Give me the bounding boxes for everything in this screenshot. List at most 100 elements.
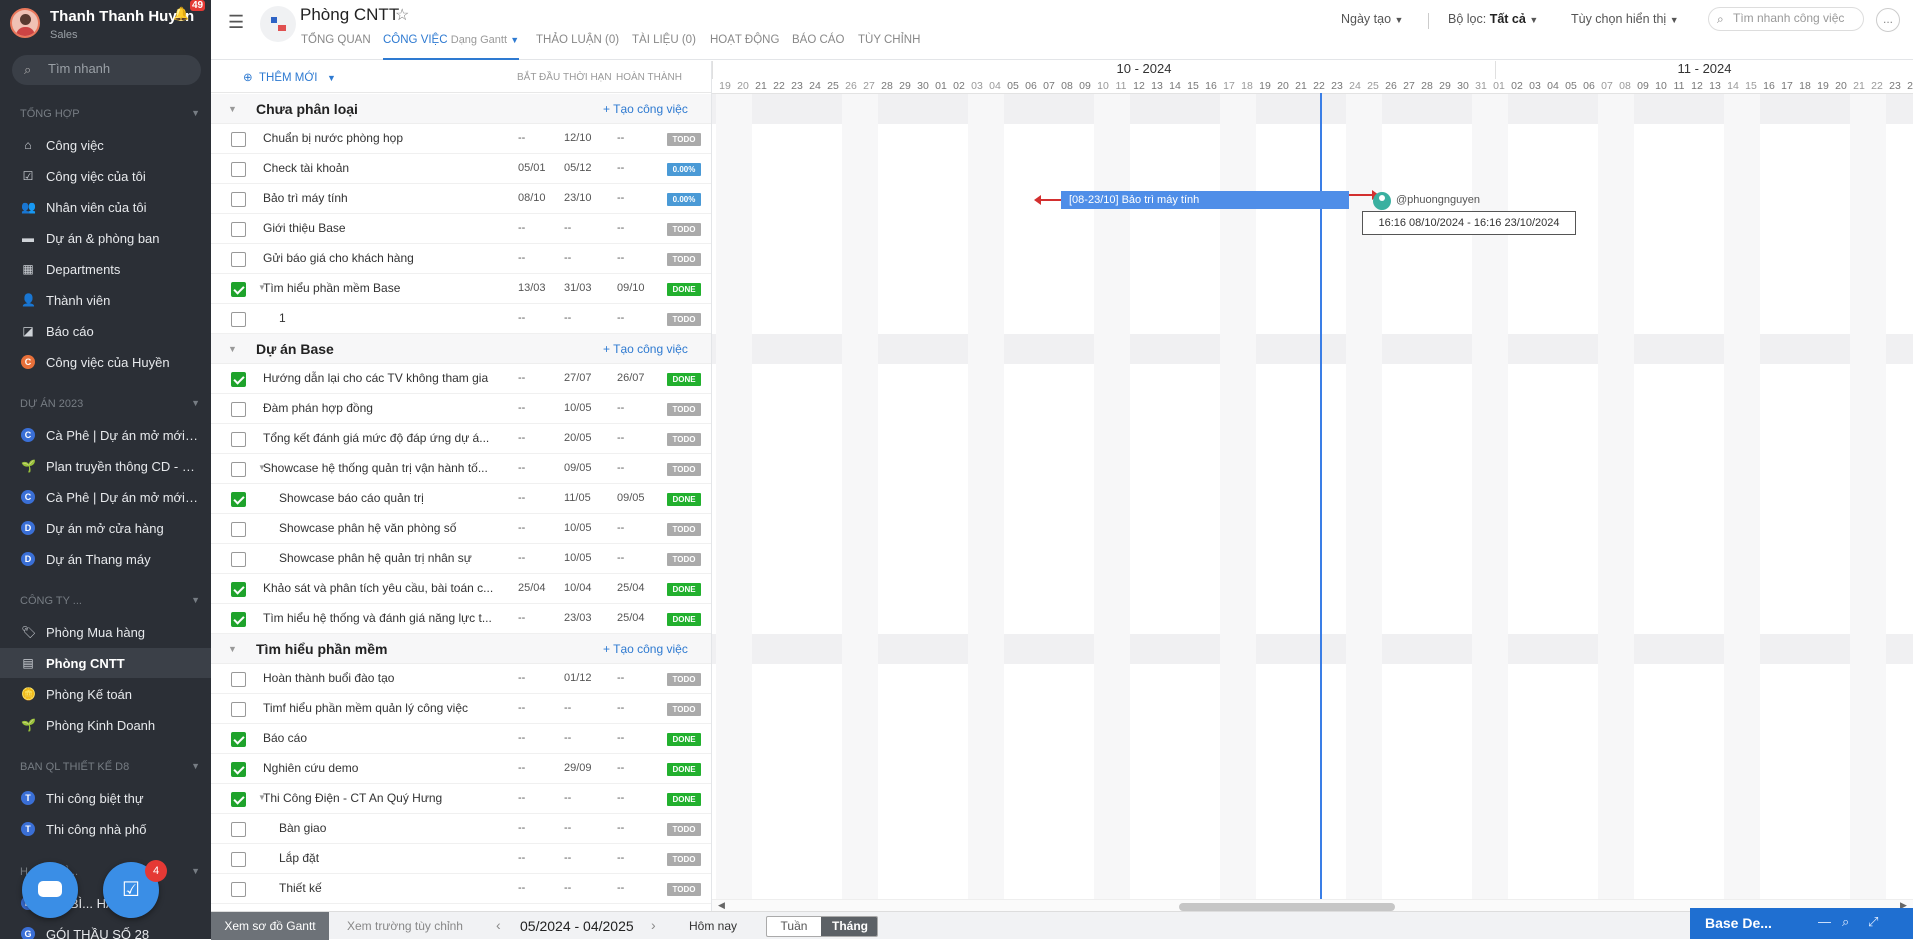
sidebar-item-departments[interactable]: ▦ Departments — [0, 254, 211, 284]
task-name[interactable]: Lắp đặt — [279, 851, 511, 865]
task-checkbox[interactable] — [231, 882, 246, 897]
tab-activity[interactable]: HOẠT ĐỘNG — [710, 34, 779, 60]
task-name[interactable]: Tổng kết đánh giá mức độ đáp ứng dự á... — [263, 431, 511, 445]
tab-customize[interactable]: TÙY CHỈNH — [858, 34, 920, 60]
sidebar-item-members[interactable]: 👤 Thành viên — [0, 285, 211, 315]
sidebar-item-accounting[interactable]: 🪙 Phòng Kế toán — [0, 679, 211, 709]
task-checkbox[interactable] — [231, 282, 246, 297]
task-checkbox[interactable] — [231, 732, 246, 747]
tab-overview[interactable]: TỔNG QUAN — [301, 34, 371, 60]
section-du-an-2023[interactable]: DỰ ÁN 2023 ▼ — [20, 398, 200, 410]
table-row[interactable]: Gửi báo giá cho khách hàng -- -- -- TODO — [211, 244, 711, 274]
table-row[interactable]: Hoàn thành buổi đào tạo -- 01/12 -- TODO — [211, 664, 711, 694]
scrollbar-thumb[interactable] — [1179, 903, 1395, 911]
task-name[interactable]: Showcase báo cáo quản trị — [279, 491, 511, 505]
task-name[interactable]: Thiết kế — [279, 881, 511, 895]
minimized-chat-window[interactable]: Base De... — ⌕ ⤢ — [1690, 908, 1913, 939]
tab-discussion[interactable]: THẢO LUẬN (0) — [536, 34, 619, 60]
section-tong-hop[interactable]: TỔNG HỢP ▼ — [20, 108, 200, 120]
table-row[interactable]: 1 -- -- -- TODO — [211, 304, 711, 334]
task-checkbox[interactable] — [231, 822, 246, 837]
task-name[interactable]: Hoàn thành buổi đào tạo — [263, 671, 511, 685]
table-row[interactable]: Hướng dẫn lại cho các TV không tham gia -… — [211, 364, 711, 394]
task-checkbox[interactable] — [231, 372, 246, 387]
sidebar-search[interactable]: ⌕ — [12, 55, 201, 85]
sidebar-item-cafe-1[interactable]: C Cà Phê | Dự án mở mới c... — [0, 420, 211, 450]
sidebar-item-cong-viec[interactable]: ⌂ Công việc — [0, 130, 211, 160]
task-name[interactable]: Showcase hệ thống quản trị vận hành tố..… — [263, 461, 511, 475]
sidebar-item-reports[interactable]: ◪ Báo cáo — [0, 316, 211, 346]
task-name[interactable]: 1 — [279, 311, 511, 325]
table-row[interactable]: Check tài khoản 05/01 05/12 -- 0.00% — [211, 154, 711, 184]
table-row[interactable]: Đàm phán hợp đồng -- 10/05 -- TODO — [211, 394, 711, 424]
week-button[interactable]: Tuần — [767, 917, 821, 936]
task-checkbox[interactable] — [231, 222, 246, 237]
sidebar-item-purchasing[interactable]: 🏷 Phòng Mua hàng — [0, 617, 211, 647]
sidebar-item-sales[interactable]: 🌱 Phòng Kinh Doanh — [0, 710, 211, 740]
add-new-button[interactable]: ⊕ THÊM MỚI ▼ — [243, 70, 336, 84]
table-row[interactable]: ▼ Tìm hiểu phần mềm Base 13/03 31/03 09/10 DO… — [211, 274, 711, 304]
minimize-icon[interactable]: — — [1818, 914, 1831, 929]
task-name[interactable]: Đàm phán hợp đồng — [263, 401, 511, 415]
sidebar-item-townhouse[interactable]: T Thi công nhà phố — [0, 814, 211, 844]
menu-icon[interactable]: ☰ — [228, 12, 244, 33]
sidebar-item-cafe-2[interactable]: C Cà Phê | Dự án mở mới V... — [0, 482, 211, 512]
create-task-button[interactable]: + Tạo công việc — [603, 642, 688, 656]
gantt-chart[interactable]: 10 - 2024 11 - 2024 19 20 21 22 23 24 25 26 27 28… — [712, 61, 1913, 911]
sidebar-item-it[interactable]: ▤ Phòng CNTT — [0, 648, 211, 678]
task-name[interactable]: Gửi báo giá cho khách hàng — [263, 251, 511, 265]
custom-fields-button[interactable]: Xem trường tùy chỉnh — [347, 919, 463, 933]
task-checkbox[interactable] — [231, 672, 246, 687]
task-checkbox[interactable] — [231, 852, 246, 867]
task-checkbox[interactable] — [231, 762, 246, 777]
sidebar-item-my-staff[interactable]: 👥 Nhân viên của tôi — [0, 192, 211, 222]
task-checkbox[interactable] — [231, 702, 246, 717]
search-icon[interactable]: ⌕ — [1842, 914, 1849, 930]
task-checkbox[interactable] — [231, 432, 246, 447]
table-row[interactable]: Tìm hiểu hệ thống và đánh giá năng lực t… — [211, 604, 711, 634]
section-cong-ty[interactable]: CÔNG TY ... ▼ — [20, 595, 200, 607]
table-row[interactable]: Tổng kết đánh giá mức độ đáp ứng dự á...… — [211, 424, 711, 454]
expand-icon[interactable]: ⤢ — [1868, 914, 1878, 930]
table-row[interactable]: Bàn giao -- -- -- TODO — [211, 814, 711, 844]
task-name[interactable]: Khảo sát và phân tích yêu cầu, bài toán … — [263, 581, 511, 595]
task-checkbox[interactable] — [231, 192, 246, 207]
task-checkbox[interactable] — [231, 612, 246, 627]
task-name[interactable]: Showcase phân hệ văn phòng số — [279, 521, 511, 535]
gantt-task-bar[interactable]: [08-23/10] Bảo trì máy tính — [1061, 191, 1349, 209]
table-row[interactable]: ▼ Showcase hệ thống quản trị vận hành tố.… — [211, 454, 711, 484]
task-name[interactable]: Giới thiệu Base — [263, 221, 511, 235]
task-name[interactable]: Timf hiểu phần mềm quản lý công việc — [263, 701, 511, 715]
sidebar-item-store[interactable]: D Dự án mở cửa hàng — [0, 513, 211, 543]
tab-documents[interactable]: TÀI LIỆU (0) — [632, 34, 696, 60]
task-name[interactable]: Tìm hiểu hệ thống và đánh giá năng lực t… — [263, 611, 511, 625]
star-icon[interactable]: ☆ — [395, 5, 409, 25]
chat-fab-button[interactable] — [22, 862, 78, 918]
sidebar-item-elevator[interactable]: D Dự án Thang máy — [0, 544, 211, 574]
more-options-button[interactable]: ... — [1876, 8, 1900, 32]
task-checkbox[interactable] — [231, 462, 246, 477]
table-row[interactable]: Giới thiệu Base -- -- -- TODO — [211, 214, 711, 244]
task-checkbox[interactable] — [231, 522, 246, 537]
task-name[interactable]: Thi Công Điện - CT An Quý Hưng — [263, 791, 511, 805]
sidebar-item-huyen-tasks[interactable]: C Công việc của Huyền — [0, 347, 211, 377]
sort-dropdown[interactable]: Ngày tạo ▼ — [1341, 12, 1403, 26]
chevron-left-icon[interactable]: ‹ — [496, 917, 501, 933]
task-search-input[interactable] — [1733, 11, 1858, 25]
task-checkbox[interactable] — [231, 792, 246, 807]
display-options-dropdown[interactable]: Tùy chọn hiển thị ▼ — [1571, 12, 1679, 26]
today-button[interactable]: Hôm nay — [689, 919, 737, 933]
tab-tasks[interactable]: CÔNG VIỆC Dạng Gantt ▼ — [383, 34, 520, 60]
table-row[interactable]: Báo cáo -- -- -- DONE — [211, 724, 711, 754]
task-checkbox[interactable] — [231, 312, 246, 327]
task-name[interactable]: Hướng dẫn lại cho các TV không tham gia — [263, 371, 511, 385]
collapse-icon[interactable]: ▼ — [228, 104, 237, 114]
table-row[interactable]: Showcase báo cáo quản trị -- 11/05 09/05 DON… — [211, 484, 711, 514]
table-row[interactable]: Lắp đặt -- -- -- TODO — [211, 844, 711, 874]
sidebar-search-input[interactable] — [48, 61, 188, 76]
task-name[interactable]: Bàn giao — [279, 821, 511, 835]
task-name[interactable]: Tìm hiểu phần mềm Base — [263, 281, 511, 295]
table-row[interactable]: Nghiên cứu demo -- 29/09 -- DONE — [211, 754, 711, 784]
sidebar-item-plan[interactable]: 🌱 Plan truyền thông CD - M... — [0, 451, 211, 481]
task-name[interactable]: Báo cáo — [263, 731, 511, 745]
